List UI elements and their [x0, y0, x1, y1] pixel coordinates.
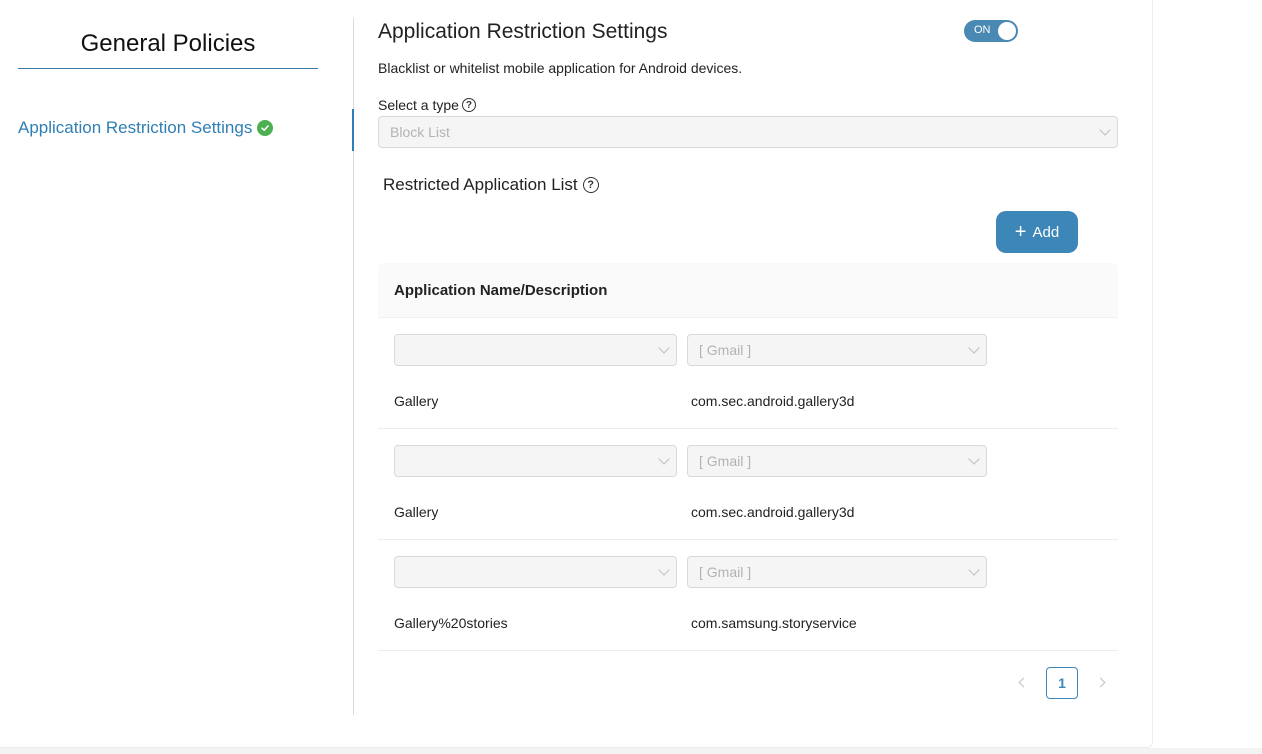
restricted-list-title: Restricted Application List ? — [383, 175, 599, 195]
toggle-label: ON — [974, 24, 991, 36]
sidebar-item-application-restriction[interactable]: Application Restriction Settings — [18, 118, 274, 138]
chevron-down-icon — [658, 342, 670, 354]
chevron-down-icon — [968, 564, 980, 576]
chevron-left-icon[interactable] — [1014, 675, 1030, 691]
app-name-select[interactable] — [394, 445, 677, 477]
type-label: Select a type ? — [378, 97, 476, 113]
table-row: [ Gmail ] Gallery%20stories com.samsung.… — [378, 540, 1118, 651]
add-button[interactable]: + Add — [996, 211, 1078, 253]
app-package: com.sec.android.gallery3d — [691, 504, 855, 520]
page-title: Application Restriction Settings — [378, 20, 668, 43]
chevron-down-icon — [1099, 124, 1111, 136]
column-header-application: Application Name/Description — [394, 282, 608, 299]
app-name: Gallery%20stories — [394, 615, 508, 631]
app-package-select[interactable]: [ Gmail ] — [687, 334, 987, 366]
app-name: Gallery — [394, 504, 439, 520]
app-package: com.samsung.storyservice — [691, 615, 857, 631]
type-label-text: Select a type — [378, 97, 459, 113]
table-row: [ Gmail ] Gallery com.sec.android.galler… — [378, 318, 1118, 429]
enable-toggle[interactable]: ON — [964, 20, 1018, 42]
app-package-select[interactable]: [ Gmail ] — [687, 556, 987, 588]
help-icon[interactable]: ? — [582, 177, 599, 193]
check-circle-icon — [257, 120, 274, 136]
page-description: Blacklist or whitelist mobile applicatio… — [378, 60, 743, 76]
table-row: [ Gmail ] Gallery com.sec.android.galler… — [378, 429, 1118, 540]
chevron-down-icon — [658, 564, 670, 576]
type-select[interactable]: Block List — [378, 116, 1118, 148]
page-footer-strip — [0, 748, 1262, 754]
app-package-select-placeholder: [ Gmail ] — [699, 342, 752, 358]
type-select-value: Block List — [390, 124, 450, 140]
app-package-select[interactable]: [ Gmail ] — [687, 445, 987, 477]
toggle-knob — [998, 22, 1016, 40]
add-button-label: Add — [1032, 223, 1060, 241]
chevron-down-icon — [968, 453, 980, 465]
help-icon[interactable]: ? — [461, 98, 476, 112]
app-package-select-placeholder: [ Gmail ] — [699, 564, 752, 580]
plus-icon: + — [1014, 221, 1027, 243]
chevron-right-icon[interactable] — [1094, 675, 1110, 691]
app-name: Gallery — [394, 393, 439, 409]
sidebar-title: General Policies — [80, 30, 256, 57]
active-item-indicator — [352, 109, 354, 151]
sidebar-title-underline — [18, 68, 318, 69]
table-header: Application Name/Description — [378, 263, 1118, 318]
app-name-select[interactable] — [394, 334, 677, 366]
restricted-list-title-text: Restricted Application List — [383, 175, 578, 194]
app-package: com.sec.android.gallery3d — [691, 393, 855, 409]
sidebar-item-label: Application Restriction Settings — [18, 118, 253, 137]
chevron-down-icon — [658, 453, 670, 465]
app-name-select[interactable] — [394, 556, 677, 588]
app-package-select-placeholder: [ Gmail ] — [699, 453, 752, 469]
pagination-page-1[interactable]: 1 — [1046, 667, 1078, 699]
chevron-down-icon — [968, 342, 980, 354]
